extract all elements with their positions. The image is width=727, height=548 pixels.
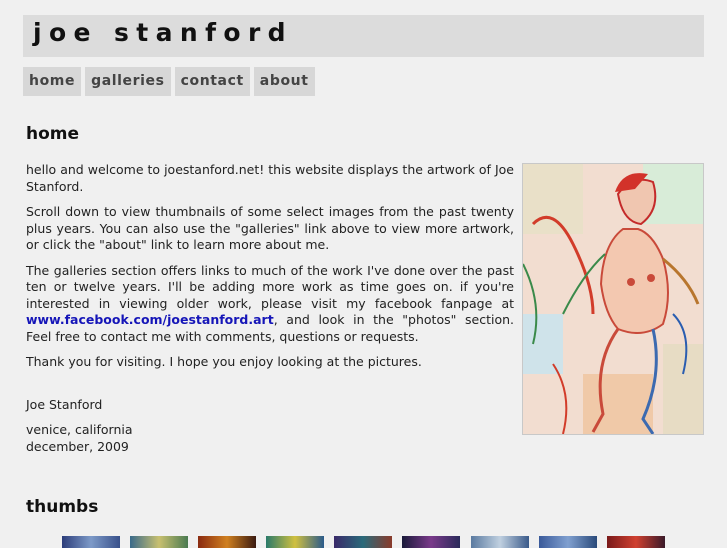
nav-about[interactable]: about xyxy=(253,67,315,96)
thumbs-heading: thumbs xyxy=(26,497,99,517)
intro-paragraph-4: Thank you for visiting. I hope you enjoy… xyxy=(26,354,422,369)
site-title: joe stanford xyxy=(33,18,293,47)
thumbnail[interactable] xyxy=(130,536,188,548)
p3-text-before: The galleries section offers links to mu… xyxy=(26,262,514,311)
nav-contact[interactable]: contact xyxy=(174,67,250,96)
intro-text: hello and welcome to joestanford.net! th… xyxy=(26,162,514,455)
nav-home[interactable]: home xyxy=(23,67,82,96)
main-nav: home galleries contact about xyxy=(23,67,319,96)
thumbnail[interactable] xyxy=(266,536,324,548)
thumbnail[interactable] xyxy=(607,536,665,548)
location: venice, california xyxy=(26,422,133,437)
signature: Joe Stanford xyxy=(26,396,103,412)
date: december, 2009 xyxy=(26,438,129,454)
page-title: home xyxy=(26,124,80,144)
featured-painting xyxy=(522,163,704,435)
thumbnail[interactable] xyxy=(198,536,256,548)
thumbnail[interactable] xyxy=(471,536,529,548)
site-header: joe stanford xyxy=(23,15,704,57)
painting-figure-image xyxy=(523,164,703,434)
thumbnail[interactable] xyxy=(62,536,120,548)
intro-paragraph-2: Scroll down to view thumbnails of some s… xyxy=(26,204,514,252)
facebook-link[interactable]: www.facebook.com/joestanford.art xyxy=(26,312,274,327)
intro-paragraph-1: hello and welcome to joestanford.net! th… xyxy=(26,162,514,194)
intro-paragraph-3: The galleries section offers links to mu… xyxy=(26,263,514,346)
thumbnail[interactable] xyxy=(334,536,392,548)
nav-galleries[interactable]: galleries xyxy=(85,67,171,96)
thumbnail[interactable] xyxy=(539,536,597,548)
thumbnail[interactable] xyxy=(402,536,460,548)
